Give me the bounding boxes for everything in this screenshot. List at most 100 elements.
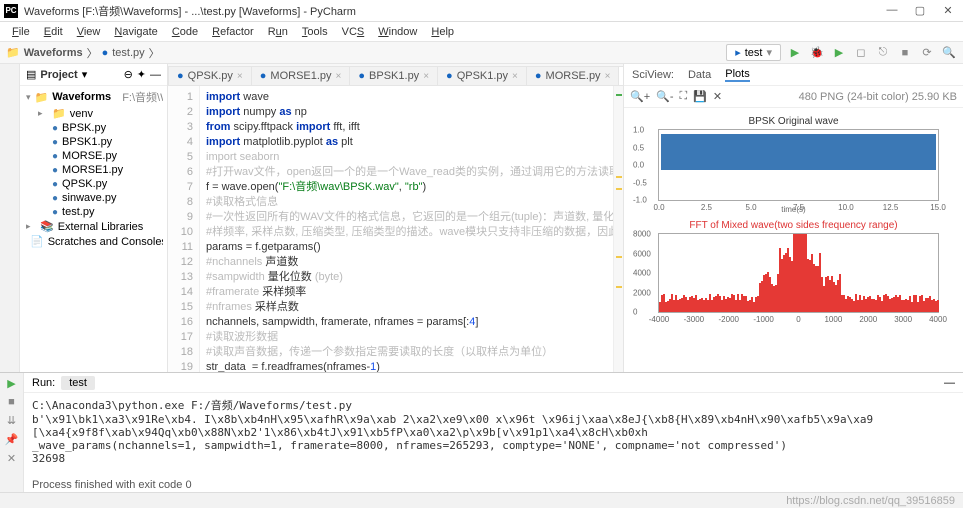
pin-button[interactable]: 📌 [5,433,19,446]
stop-button[interactable]: ■ [8,396,15,408]
export-icon[interactable]: 💾 [693,90,707,103]
search-button[interactable]: 🔍 [941,45,957,61]
close-icon[interactable]: × [605,71,611,82]
tab-bpsk1[interactable]: ●BPSK1.py× [349,66,438,85]
tree-file[interactable]: QPSK.py [62,178,107,190]
tree-file[interactable]: BPSK1.py [62,136,112,148]
hide-icon[interactable]: — [944,377,955,389]
minimize-button[interactable]: — [885,4,899,17]
settings-icon[interactable]: ✦ [137,68,146,81]
python-file-icon: ● [52,151,58,162]
plot-title: BPSK Original wave [630,116,957,127]
hide-icon[interactable]: — [150,69,161,81]
breadcrumb[interactable]: 📁 Waveforms 〉 ● test.py 〉 [6,45,160,61]
tree-root[interactable]: Waveforms [52,91,111,103]
menu-vcs[interactable]: VCS [336,24,371,40]
menu-tools[interactable]: Tools [296,24,334,40]
run-tool-window: ▶ ■ ⇊ 📌 ✕ Run: test — C:\Anaconda3\pytho… [0,372,963,492]
code-content[interactable]: import waveimport numpy as npfrom scipy.… [200,86,613,372]
folder-icon: 📁 [6,46,20,59]
profile-button[interactable]: ◻ [853,45,869,61]
close-icon[interactable]: × [423,71,429,82]
code-editor[interactable]: 12345678910111213141516171819202122 impo… [168,86,623,372]
tree-external[interactable]: External Libraries [58,221,144,233]
close-button[interactable]: ✕ [941,4,955,17]
tree-file[interactable]: sinwave.py [62,192,116,204]
project-tree[interactable]: ▾📁Waveforms F:\音频\Wavef ▸📁venv ●BPSK.py … [20,86,167,251]
plot-axes: 1.00.50.0-0.5-1.0 0.02.55.07.510.012.515… [658,129,939,201]
stop-button[interactable]: ■ [897,45,913,61]
close-plot-icon[interactable]: ✕ [713,90,722,103]
tab-label: MORSE.py [546,70,601,82]
close-icon[interactable]: × [237,71,243,82]
zoom-in-icon[interactable]: 🔍+ [630,90,650,103]
close-icon[interactable]: × [512,71,518,82]
python-file-icon: ● [535,70,542,82]
status-bar: https://blog.csdn.net/qq_39516859 [0,492,963,508]
python-file-icon: ● [102,47,109,59]
rerun-button[interactable]: ▶ [7,377,15,390]
tree-venv[interactable]: venv [70,108,93,120]
menu-file[interactable]: File [6,24,36,40]
menu-window[interactable]: Window [372,24,423,40]
plot-bpsk: BPSK Original wave 1.00.50.0-0.5-1.0 0.0… [630,116,957,214]
folder-icon: 📁 [35,91,49,104]
menu-refactor[interactable]: Refactor [206,24,260,40]
menu-view[interactable]: View [71,24,107,40]
menu-help[interactable]: Help [425,24,460,40]
project-tool-window: ▤ Project ▾ ⊖ ✦ — ▾📁Waveforms F:\音频\Wave… [20,64,168,372]
attach-button[interactable]: ⎋ [875,45,891,61]
python-file-icon: ● [260,70,267,82]
python-file-icon: ● [52,137,58,148]
run-header: Run: test — [24,373,963,393]
sciview-tab-data[interactable]: Data [688,69,711,81]
tree-file[interactable]: MORSE1.py [62,164,123,176]
tab-morse1[interactable]: ●MORSE1.py × [251,66,351,85]
close-icon[interactable]: × [336,71,342,82]
folder-icon: 📁 [52,107,66,120]
project-view-icon: ▤ [26,68,36,81]
line-gutter: 12345678910111213141516171819202122 [168,86,200,372]
tab-label: QPSK1.py [457,70,508,82]
sciview-tab-plots[interactable]: Plots [725,68,749,82]
run-config-selector[interactable]: ▸ test ▾ [726,44,781,61]
tree-file[interactable]: MORSE.py [62,150,117,162]
tab-label: QPSK.py [188,70,233,82]
tab-morse[interactable]: ● MORSE.py × [526,66,620,85]
python-file-icon: ● [358,70,365,82]
python-icon: ▸ [735,46,741,59]
menu-run[interactable]: Run [262,24,294,40]
layout-button[interactable]: ⇊ [7,414,16,427]
tree-scratches[interactable]: Scratches and Consoles [48,236,163,248]
python-file-icon: ● [52,207,58,218]
collapse-icon[interactable]: ⊖ [124,68,133,81]
debug-button[interactable]: 🐞 [809,45,825,61]
coverage-button[interactable]: ▶ [831,45,847,61]
error-stripe[interactable] [613,86,623,372]
scratch-icon: 📄 [30,235,44,248]
editor-tabs: ●QPSK.py× ●MORSE1.py× ●BPSK1.py× ●QPSK1.… [168,64,623,86]
zoom-out-icon[interactable]: 🔍- [656,90,673,103]
fit-icon[interactable]: ⛶ [679,90,687,103]
menu-navigate[interactable]: Navigate [108,24,163,40]
tab-qpsk[interactable]: ●QPSK.py× [168,66,252,85]
tree-file[interactable]: test.py [62,206,94,218]
tab-qpsk1[interactable]: ●QPSK1.py× [437,66,527,85]
menubar: File Edit View Navigate Code Refactor Ru… [0,22,963,42]
close-button[interactable]: ✕ [7,452,16,465]
menu-edit[interactable]: Edit [38,24,69,40]
run-button[interactable]: ▶ [787,45,803,61]
image-info: 480 PNG (24-bit color) 25.90 KB [799,91,957,103]
sciview-panel: SciView: Data Plots 🔍+ 🔍- ⛶ 💾 ✕ 480 PNG … [623,64,963,372]
maximize-button[interactable]: ▢ [913,4,927,17]
run-tab[interactable]: test [61,376,95,390]
tree-file[interactable]: BPSK.py [62,122,106,134]
project-title: Project [40,69,77,81]
python-file-icon: ● [52,123,58,134]
tab-label: MORSE1.py [270,70,331,82]
menu-code[interactable]: Code [166,24,204,40]
python-file-icon: ● [52,179,58,190]
update-button[interactable]: ⟳ [919,45,935,61]
console-output[interactable]: C:\Anaconda3\python.exe F:/音频/Waveforms/… [24,393,963,492]
run-gutter: ▶ ■ ⇊ 📌 ✕ [0,373,24,492]
